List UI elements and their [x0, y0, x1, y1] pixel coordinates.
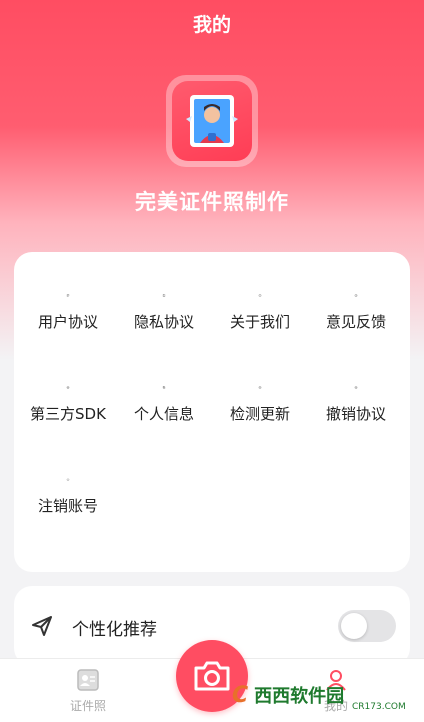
menu-item-label: 意见反馈: [325, 313, 386, 331]
menu-item-label: 第三方SDK: [30, 405, 106, 423]
watermark-brand: 西西软件园: [254, 686, 345, 707]
cube-icon: [66, 386, 70, 389]
menu-item-user-agreement[interactable]: 用户协议: [20, 252, 116, 332]
send-icon: [32, 616, 52, 636]
id-photo-logo-icon: [172, 81, 252, 161]
menu-item-label: 检测更新: [229, 405, 290, 423]
book-icon: [162, 294, 166, 297]
menu-item-check-update[interactable]: 检测更新: [212, 344, 308, 424]
document-icon: [66, 294, 70, 297]
question-icon: [354, 294, 358, 297]
menu-item-label: 关于我们: [229, 313, 290, 331]
toggle-knob: [341, 613, 367, 639]
tab-label: 证件照: [69, 699, 106, 713]
watermark-url: CR173.COM: [352, 702, 406, 712]
app-logo: [166, 75, 258, 167]
watermark: C 西西软件园 CR173.COM: [232, 672, 424, 718]
page-title: 我的: [192, 14, 231, 36]
menu-item-label: 撤销协议: [325, 405, 386, 423]
menu-item-revoke-agreement[interactable]: 撤销协议: [308, 344, 404, 424]
upload-icon: [258, 386, 262, 389]
recommendation-label: 个性化推荐: [72, 620, 157, 640]
watermark-logo: C: [232, 682, 249, 708]
menu-card: 用户协议 隐私协议 关于我们 意见反馈 第三方SDK 个人信息 检测更新 撤销协…: [14, 252, 410, 572]
recommendation-toggle[interactable]: [338, 610, 396, 642]
menu-item-personal-info[interactable]: 个人信息: [116, 344, 212, 424]
menu-item-delete-account[interactable]: 注销账号: [20, 436, 116, 516]
menu-item-label: 注销账号: [37, 497, 98, 515]
tab-id-photo[interactable]: 证件照: [60, 667, 116, 714]
app-name: 完美证件照制作: [135, 190, 289, 214]
menu-item-feedback[interactable]: 意见反馈: [308, 252, 404, 332]
info-icon: [258, 294, 262, 297]
menu-item-privacy-agreement[interactable]: 隐私协议: [116, 252, 212, 332]
menu-item-third-party-sdk[interactable]: 第三方SDK: [20, 344, 116, 424]
menu-item-about-us[interactable]: 关于我们: [212, 252, 308, 332]
menu-item-label: 用户协议: [37, 313, 98, 331]
menu-item-label: 个人信息: [133, 405, 194, 423]
id-card-icon: [77, 669, 99, 691]
power-icon: [66, 478, 70, 481]
undo-icon: [354, 386, 358, 389]
camera-icon: [194, 661, 230, 691]
menu-item-label: 隐私协议: [133, 313, 194, 331]
copy-icon: [162, 386, 166, 389]
